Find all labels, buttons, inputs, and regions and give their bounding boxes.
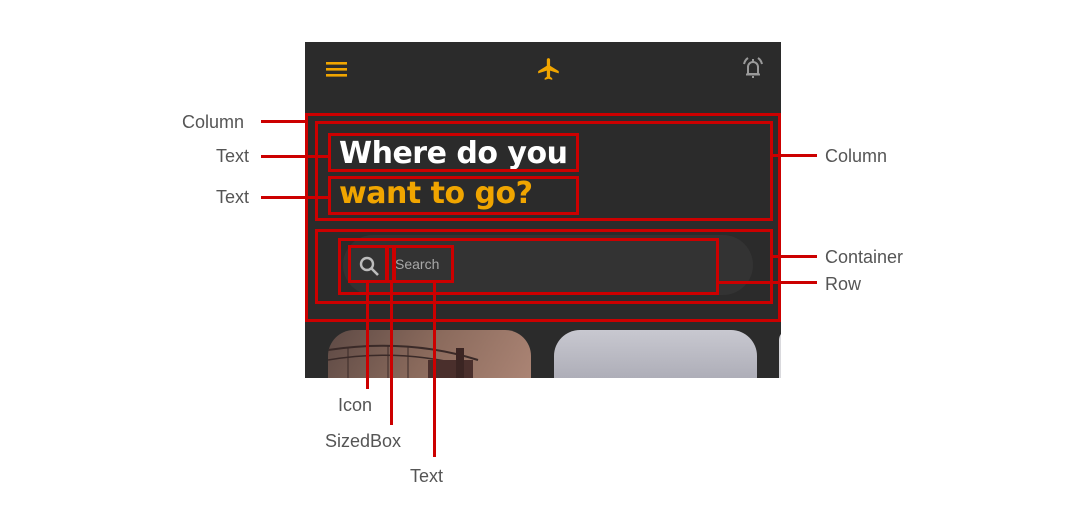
connector-container [773, 255, 817, 258]
search-text-box [392, 245, 454, 283]
label-row: Row [825, 274, 862, 294]
menu-icon[interactable] [325, 60, 349, 78]
bridge-image [328, 344, 479, 378]
label-text-1: Text [216, 146, 250, 166]
destination-card-2[interactable] [554, 330, 757, 378]
airplane-icon[interactable] [536, 56, 562, 82]
label-container: Container [825, 247, 904, 267]
label-text-2: Text [216, 187, 250, 207]
icon-box [348, 245, 388, 283]
label-sizedbox: SizedBox [325, 431, 402, 451]
connector-row [719, 281, 817, 284]
connector-search-text [433, 283, 436, 457]
connector-icon [366, 283, 369, 389]
label-icon: Icon [338, 395, 373, 415]
connector-text-1 [261, 155, 329, 158]
label-search-text: Text [410, 466, 444, 486]
headline-1-text-box [328, 133, 579, 172]
connector-text-2 [261, 196, 329, 199]
headline-2-text-box [328, 176, 579, 215]
label-column-right: Column [825, 146, 888, 166]
connector-column-right [773, 154, 817, 157]
connector-sizedbox [390, 283, 393, 425]
connector-column-left [261, 120, 305, 123]
label-column-left: Column [182, 112, 245, 132]
alarm-icon[interactable] [740, 55, 766, 81]
destination-card-1[interactable] [328, 330, 531, 378]
destination-card-3[interactable] [779, 330, 781, 378]
